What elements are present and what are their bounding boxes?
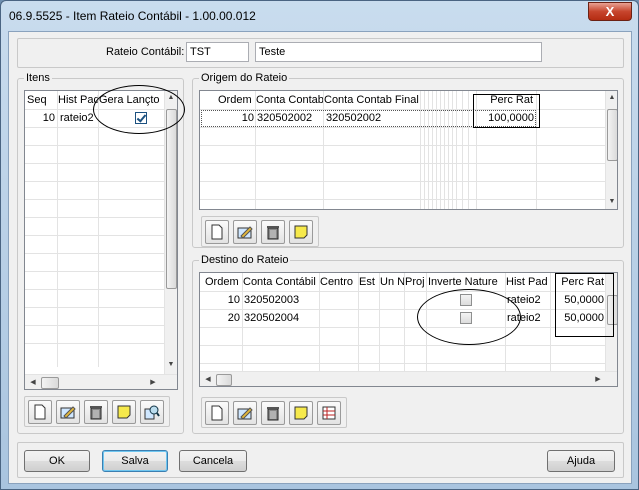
destino-horizontal-scrollbar[interactable]: ◀ ▶: [200, 371, 617, 386]
delete-button[interactable]: [261, 220, 285, 244]
edit-icon: [60, 406, 76, 419]
itens-seq-cell[interactable]: 10: [27, 110, 55, 127]
itens-grid[interactable]: Seq Hist Pad Gera Lançto 10 rateio2 ▲ ▼ …: [24, 90, 178, 390]
cancela-button[interactable]: Cancela: [179, 450, 247, 472]
new-button[interactable]: [205, 401, 229, 425]
column-header[interactable]: Ordem: [218, 91, 256, 109]
edit-button[interactable]: [56, 400, 80, 424]
origem-grid[interactable]: Ordem Conta Contab Conta Contab Final Pe…: [199, 90, 618, 210]
note-icon: [117, 405, 131, 419]
edit-icon: [237, 226, 253, 239]
salva-button[interactable]: Salva: [102, 450, 168, 472]
column-header[interactable]: Conta Contab: [256, 91, 323, 109]
destino-conta-cell[interactable]: 320502004: [244, 310, 318, 327]
column-header[interactable]: Hist Pad: [58, 91, 98, 109]
edit-icon: [237, 407, 253, 420]
window-title: 06.9.5525 - Item Rateio Contábil - 1.00.…: [9, 9, 256, 23]
column-header[interactable]: Conta Contab Final: [324, 91, 420, 109]
search-icon: [144, 405, 160, 420]
close-button[interactable]: X: [588, 2, 632, 21]
annotation-rectangle: [555, 273, 614, 337]
header-panel: Rateio Contábil: TST Teste: [17, 38, 624, 68]
scroll-thumb[interactable]: [216, 374, 232, 386]
scroll-left-icon[interactable]: ◀: [27, 378, 39, 386]
button-bar: OK Salva Cancela Ajuda: [17, 442, 624, 478]
column-header[interactable]: Seq: [27, 91, 57, 109]
new-icon: [34, 404, 46, 420]
dialog-window: 06.9.5525 - Item Rateio Contábil - 1.00.…: [0, 0, 639, 490]
annotation-rectangle: [473, 94, 540, 128]
column-header[interactable]: Hist Pad: [506, 273, 550, 291]
origem-group: Origem do Rateio Ordem Conta Contab Cont…: [192, 72, 624, 248]
delete-button[interactable]: [84, 400, 108, 424]
new-button[interactable]: [205, 220, 229, 244]
title-bar[interactable]: 06.9.5525 - Item Rateio Contábil - 1.00.…: [1, 1, 638, 31]
origem-ordem-cell[interactable]: 10: [218, 110, 254, 127]
destino-title: Destino do Rateio: [199, 254, 291, 266]
destino-group: Destino do Rateio Ordem Conta Contábil C…: [192, 254, 624, 434]
scroll-right-icon[interactable]: ▶: [592, 375, 604, 383]
scroll-thumb[interactable]: [166, 109, 177, 289]
annotation-ellipse: [417, 289, 521, 345]
scroll-down-icon[interactable]: ▼: [165, 361, 177, 368]
ajuda-button[interactable]: Ajuda: [547, 450, 615, 472]
destino-ordem-cell[interactable]: 10: [204, 292, 240, 309]
destino-toolbar: [201, 397, 347, 428]
scroll-thumb[interactable]: [607, 109, 617, 161]
annotation-ellipse: [93, 85, 185, 134]
scroll-down-icon[interactable]: ▼: [606, 198, 617, 205]
scroll-thumb[interactable]: [41, 377, 59, 389]
itens-title: Itens: [24, 72, 52, 84]
column-header[interactable]: Conta Contábil: [243, 273, 319, 291]
delete-icon: [267, 407, 279, 421]
note-button[interactable]: [289, 401, 313, 425]
destino-conta-cell[interactable]: 320502003: [244, 292, 318, 309]
edit-button[interactable]: [233, 220, 257, 244]
column-header[interactable]: Proj: [405, 273, 425, 291]
column-header[interactable]: Est: [359, 273, 378, 291]
origem-conta-final-cell[interactable]: 320502002: [326, 110, 420, 127]
search-button[interactable]: [140, 400, 164, 424]
note-button[interactable]: [112, 400, 136, 424]
note-icon: [294, 406, 308, 420]
itens-vertical-scrollbar[interactable]: ▲ ▼: [164, 91, 177, 374]
new-button[interactable]: [28, 400, 52, 424]
delete-icon: [267, 226, 279, 240]
origem-vertical-scrollbar[interactable]: ▲ ▼: [605, 91, 617, 209]
itens-toolbar: [24, 396, 170, 427]
rateio-code-field[interactable]: TST: [186, 42, 249, 62]
destino-ordem-cell[interactable]: 20: [204, 310, 240, 327]
edit-button[interactable]: [233, 401, 257, 425]
ok-button[interactable]: OK: [24, 450, 90, 472]
new-icon: [211, 405, 223, 421]
column-header[interactable]: Ordem: [205, 273, 243, 291]
scroll-right-icon[interactable]: ▶: [147, 378, 159, 386]
column-header[interactable]: Centro: [320, 273, 358, 291]
origem-toolbar: [201, 216, 319, 247]
origem-title: Origem do Rateio: [199, 72, 290, 84]
client-area: Rateio Contábil: TST Teste Itens Seq His…: [8, 31, 632, 484]
note-icon: [294, 225, 308, 239]
scroll-left-icon[interactable]: ◀: [202, 375, 214, 383]
rateio-description-field[interactable]: Teste: [255, 42, 542, 62]
itens-horizontal-scrollbar[interactable]: ◀ ▶: [25, 374, 177, 389]
grid-icon: [322, 406, 336, 420]
new-icon: [211, 224, 223, 240]
rateio-label: Rateio Contábil:: [106, 46, 185, 58]
scroll-up-icon[interactable]: ▲: [606, 94, 617, 101]
origem-conta-cell[interactable]: 320502002: [257, 110, 323, 127]
delete-button[interactable]: [261, 401, 285, 425]
delete-icon: [90, 406, 102, 420]
close-icon: X: [605, 4, 615, 19]
column-header[interactable]: Un N: [380, 273, 404, 291]
itens-hist-cell[interactable]: rateio2: [60, 110, 98, 127]
grid-button[interactable]: [317, 401, 341, 425]
note-button[interactable]: [289, 220, 313, 244]
